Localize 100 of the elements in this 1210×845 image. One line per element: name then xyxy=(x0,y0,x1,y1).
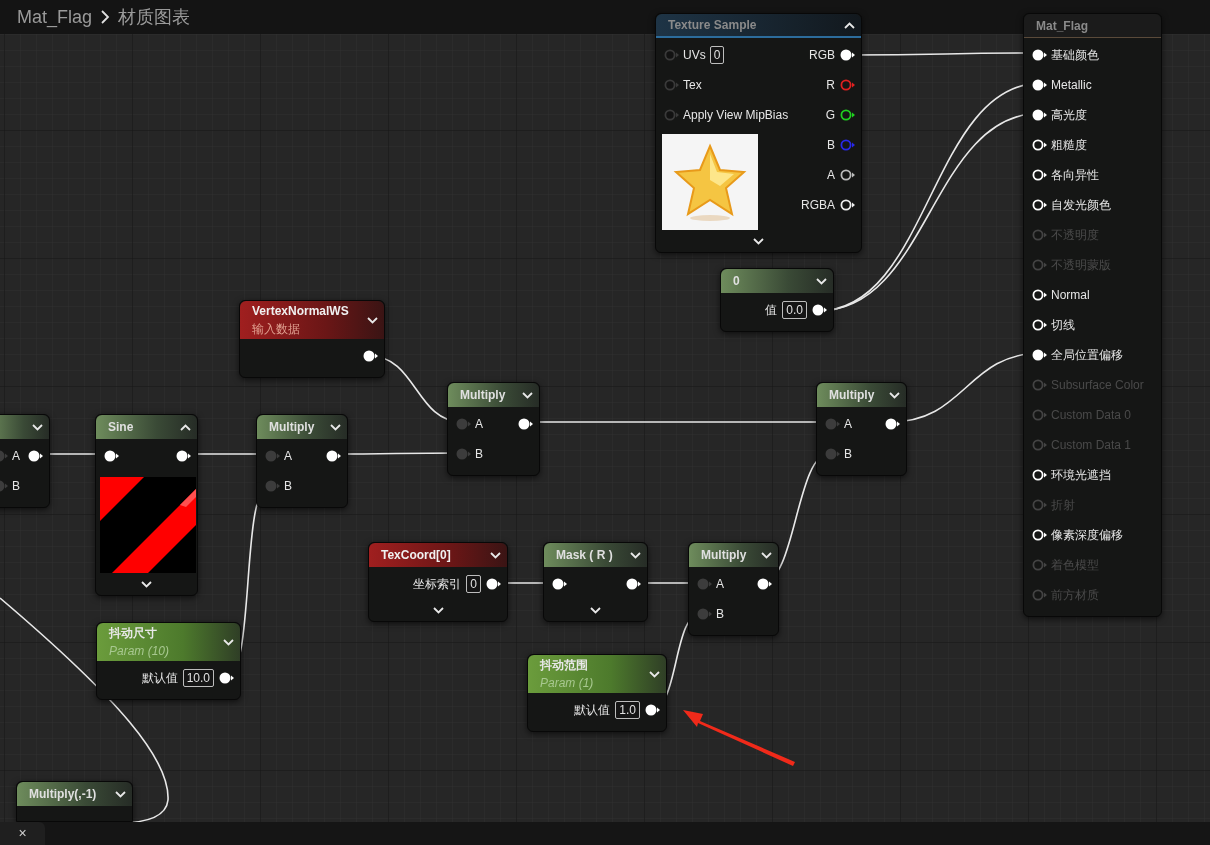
chevron-down-icon[interactable] xyxy=(522,391,533,399)
chevron-down-icon[interactable] xyxy=(141,580,152,588)
pin-handle[interactable] xyxy=(104,450,119,462)
pin-label: B xyxy=(827,137,835,154)
chevron-down-icon[interactable] xyxy=(223,638,234,646)
node-card[interactable]: 抖动尺寸 Param (10) 默认值 10.0 xyxy=(96,622,241,700)
value-field[interactable]: 0 xyxy=(466,575,481,593)
pin-handle[interactable] xyxy=(1032,79,1047,91)
pin-label: Tex xyxy=(683,77,702,94)
pin-label: A xyxy=(827,167,835,184)
pin-label: B xyxy=(475,446,483,463)
pin-handle[interactable] xyxy=(840,49,855,61)
value-field[interactable]: 0 xyxy=(709,46,725,64)
pin-handle[interactable] xyxy=(486,578,501,590)
pin-label: 粗糙度 xyxy=(1051,137,1087,154)
pin-handle[interactable] xyxy=(697,608,712,620)
chevron-down-icon[interactable] xyxy=(649,670,660,678)
chevron-down-icon[interactable] xyxy=(816,277,827,285)
pin-label: 自发光颜色 xyxy=(1051,197,1111,214)
pin-label: 全局位置偏移 xyxy=(1051,347,1123,364)
pin-handle[interactable] xyxy=(265,480,280,492)
pin-handle[interactable] xyxy=(1032,49,1047,61)
pin-label: 高光度 xyxy=(1051,107,1087,124)
pin-handle[interactable] xyxy=(1032,199,1047,211)
pin-handle[interactable] xyxy=(219,672,234,684)
pin-handle[interactable] xyxy=(1032,169,1047,181)
pin-handle[interactable] xyxy=(1032,289,1047,301)
pin-handle[interactable] xyxy=(825,448,840,460)
close-tab-button[interactable]: × xyxy=(0,822,45,845)
node-card[interactable]: Texture Sample UVs 0 Tex Apply View MipBias RGB R G B A RGBA xyxy=(655,13,862,253)
pin-handle[interactable] xyxy=(664,49,679,61)
node-title: Multiply(,-1) xyxy=(29,786,97,803)
node-card[interactable]: 抖动范围 Param (1) 默认值 1.0 xyxy=(527,654,667,732)
chevron-down-icon[interactable] xyxy=(330,423,341,431)
node-card[interactable]: A B xyxy=(0,414,50,508)
chevron-down-icon[interactable] xyxy=(432,606,444,614)
node-title: Multiply xyxy=(269,419,315,436)
pin-handle[interactable] xyxy=(456,448,471,460)
value-field[interactable]: 0.0 xyxy=(782,301,807,319)
pin-handle[interactable] xyxy=(812,304,827,316)
pin-label: UVs xyxy=(683,47,706,64)
pin-label: 基础颜色 xyxy=(1051,47,1099,64)
chevron-down-icon[interactable] xyxy=(590,606,601,614)
pin-handle[interactable] xyxy=(840,169,855,181)
pin-label: Metallic xyxy=(1051,77,1092,94)
pin-handle[interactable] xyxy=(697,578,712,590)
chevron-down-icon[interactable] xyxy=(490,551,501,559)
pin-handle[interactable] xyxy=(1032,109,1047,121)
pin-handle[interactable] xyxy=(840,79,855,91)
value-field[interactable]: 1.0 xyxy=(615,701,640,719)
node-card[interactable]: TexCoord[0] 坐标索引 0 xyxy=(368,542,508,622)
node-card[interactable]: Multiply A B xyxy=(256,414,348,508)
pin-label: 环境光遮挡 xyxy=(1051,467,1111,484)
pin-handle[interactable] xyxy=(1032,319,1047,331)
pin-label: Apply View MipBias xyxy=(683,107,789,124)
pin-handle[interactable] xyxy=(664,109,679,121)
node-card[interactable]: Multiply A B xyxy=(816,382,907,476)
chevron-up-icon[interactable] xyxy=(180,423,191,431)
pin-handle[interactable] xyxy=(1032,529,1047,541)
pin-handle[interactable] xyxy=(552,578,567,590)
node-title: TexCoord[0] xyxy=(381,547,451,564)
chevron-down-icon[interactable] xyxy=(753,237,764,245)
pin-handle[interactable] xyxy=(518,418,533,430)
node-card[interactable]: Multiply(,-1) xyxy=(16,781,133,822)
chevron-up-icon[interactable] xyxy=(844,21,855,29)
node-card[interactable]: VertexNormalWS 输入数据 xyxy=(239,300,385,378)
pin-handle[interactable] xyxy=(664,79,679,91)
chevron-down-icon[interactable] xyxy=(367,316,378,324)
chevron-down-icon[interactable] xyxy=(761,551,772,559)
pin-handle[interactable] xyxy=(757,578,772,590)
pin-handle[interactable] xyxy=(885,418,900,430)
pin-handle[interactable] xyxy=(28,450,43,462)
pin-handle[interactable] xyxy=(645,704,660,716)
pin-handle[interactable] xyxy=(626,578,641,590)
chevron-down-icon[interactable] xyxy=(630,551,641,559)
pin-handle[interactable] xyxy=(326,450,341,462)
pin-handle[interactable] xyxy=(1032,139,1047,151)
pin-handle[interactable] xyxy=(840,109,855,121)
chevron-down-icon[interactable] xyxy=(889,391,900,399)
pin-handle[interactable] xyxy=(363,350,378,362)
pin-handle[interactable] xyxy=(1032,469,1047,481)
pin-label: 坐标索引 xyxy=(413,576,462,593)
pin-label: 各向异性 xyxy=(1051,167,1099,184)
node-card[interactable]: Mask ( R ) xyxy=(543,542,648,622)
chevron-down-icon[interactable] xyxy=(32,423,43,431)
pin-handle[interactable] xyxy=(825,418,840,430)
node-card[interactable]: Multiply A B xyxy=(447,382,540,476)
pin-handle[interactable] xyxy=(176,450,191,462)
node-card[interactable]: 0 值 0.0 xyxy=(720,268,834,332)
node-card[interactable]: Multiply A B xyxy=(688,542,779,636)
pin-handle[interactable] xyxy=(840,139,855,151)
chevron-down-icon[interactable] xyxy=(115,790,126,798)
pin-handle[interactable] xyxy=(265,450,280,462)
breadcrumb-asset[interactable]: Mat_Flag xyxy=(17,3,93,31)
pin-handle[interactable] xyxy=(840,199,855,211)
value-field[interactable]: 10.0 xyxy=(182,669,214,687)
node-card[interactable]: Sine xyxy=(95,414,198,596)
node-title: Sine xyxy=(108,419,134,436)
pin-handle[interactable] xyxy=(456,418,471,430)
pin-handle[interactable] xyxy=(1032,349,1047,361)
